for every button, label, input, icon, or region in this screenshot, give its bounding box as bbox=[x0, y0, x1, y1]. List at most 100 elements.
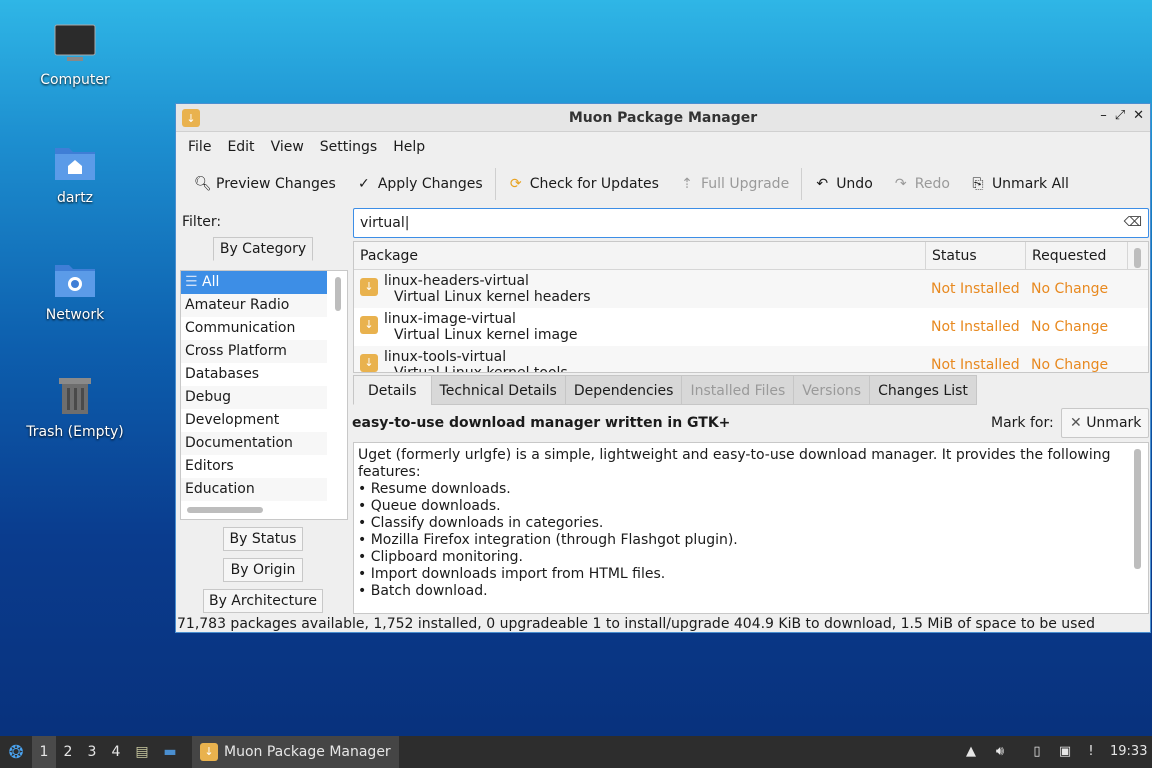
close-icon: ✕ bbox=[1070, 415, 1087, 431]
column-header-status[interactable]: Status bbox=[926, 242, 1026, 269]
category-item[interactable]: Communication bbox=[181, 317, 327, 340]
trash-icon bbox=[53, 374, 97, 418]
column-header-package[interactable]: Package bbox=[354, 242, 926, 269]
description-vscrollbar[interactable] bbox=[1134, 449, 1141, 569]
menu-file[interactable]: File bbox=[180, 139, 219, 155]
undo-icon: ↶ bbox=[816, 176, 829, 192]
menu-settings[interactable]: Settings bbox=[312, 139, 385, 155]
start-menu-icon[interactable]: ❂ bbox=[0, 742, 32, 763]
preview-changes-button[interactable]: 🔍︎ Preview Changes bbox=[184, 166, 346, 202]
tab-technical-details[interactable]: Technical Details bbox=[430, 375, 566, 405]
search-icon: 🔍︎ bbox=[194, 176, 212, 192]
desktop-icon-computer[interactable]: Computer bbox=[20, 22, 130, 88]
feature-item: • Classify downloads in categories. bbox=[358, 515, 604, 531]
updates-icon[interactable]: ▲ bbox=[962, 742, 980, 762]
column-header-requested[interactable]: Requested bbox=[1026, 242, 1128, 269]
unmark-all-icon: ⎘ bbox=[972, 176, 984, 192]
tab-by-origin[interactable]: By Origin bbox=[223, 558, 303, 582]
desktop-icon-network[interactable]: Network bbox=[20, 257, 130, 323]
feature-item: • Import downloads import from HTML file… bbox=[358, 566, 666, 582]
show-desktop-icon[interactable]: ▬ bbox=[156, 744, 184, 760]
feature-item: • Queue downloads. bbox=[358, 498, 501, 514]
category-item[interactable]: Debug bbox=[181, 386, 327, 409]
clock[interactable]: 19:33 bbox=[1110, 736, 1147, 768]
task-muon-package-manager[interactable]: ↓ Muon Package Manager bbox=[192, 736, 399, 768]
category-item[interactable]: Cross Platform bbox=[181, 340, 327, 363]
search-input[interactable]: virtual| ⌫ bbox=[353, 208, 1149, 238]
window-title: Muon Package Manager bbox=[568, 109, 758, 126]
package-icon: ↓ bbox=[182, 109, 200, 127]
menu-view[interactable]: View bbox=[263, 139, 312, 155]
package-icon: ↓ bbox=[360, 316, 378, 334]
undo-button[interactable]: ↶ Undo bbox=[804, 166, 883, 202]
titlebar[interactable]: ↓ Muon Package Manager – ⤢ ✕ bbox=[176, 104, 1150, 132]
upgrade-arrow-icon: ⇡ bbox=[681, 176, 693, 192]
desktop-icon-label: dartz bbox=[56, 190, 94, 206]
menu-edit[interactable]: Edit bbox=[219, 139, 262, 155]
network-folder-icon bbox=[53, 257, 97, 301]
table-row[interactable]: ↓ linux-image-virtual Virtual Linux kern… bbox=[354, 308, 1148, 346]
category-item[interactable]: Editors bbox=[181, 455, 327, 478]
workspace-4[interactable]: 4 bbox=[104, 736, 128, 768]
notification-icon[interactable]: ! bbox=[1082, 742, 1100, 762]
volume-icon[interactable]: 🔊︎ bbox=[991, 742, 1009, 762]
tab-versions[interactable]: Versions bbox=[793, 375, 871, 405]
package-vscrollbar[interactable] bbox=[1134, 248, 1141, 268]
toolbar-separator bbox=[494, 168, 496, 200]
details-tabbar: Details Technical Details Dependencies I… bbox=[353, 375, 977, 405]
redo-button[interactable]: ↷ Redo bbox=[883, 166, 960, 202]
clear-search-icon[interactable]: ⌫ bbox=[1124, 209, 1142, 237]
category-item[interactable]: Databases bbox=[181, 363, 327, 386]
workspace-1[interactable]: 1 bbox=[32, 736, 56, 768]
status-bar: 71,783 packages available, 1,752 install… bbox=[177, 616, 1095, 632]
tab-installed-files[interactable]: Installed Files bbox=[681, 375, 795, 405]
package-table: Package Status Requested ↓ linux-headers… bbox=[353, 241, 1149, 373]
apply-changes-button[interactable]: ✓ Apply Changes bbox=[346, 166, 493, 202]
category-item[interactable]: Amateur Radio bbox=[181, 294, 327, 317]
tab-by-architecture[interactable]: By Architecture bbox=[203, 589, 323, 613]
desktop-icon-trash[interactable]: Trash (Empty) bbox=[20, 374, 130, 440]
clipboard-icon[interactable]: ▯ bbox=[1028, 742, 1046, 762]
desktop-icon-dartz[interactable]: dartz bbox=[20, 140, 130, 206]
package-icon: ↓ bbox=[360, 278, 378, 296]
category-item[interactable]: Education bbox=[181, 478, 327, 501]
package-description: Uget (formerly urlgfe) is a simple, ligh… bbox=[353, 442, 1149, 614]
redo-icon: ↷ bbox=[894, 176, 907, 192]
refresh-icon: ⟳ bbox=[509, 176, 522, 192]
unmark-all-button[interactable]: ⎘ Unmark All bbox=[960, 166, 1079, 202]
category-hscrollbar[interactable] bbox=[187, 507, 263, 513]
tab-by-category[interactable]: By Category bbox=[213, 237, 313, 261]
file-manager-icon[interactable]: ▤ bbox=[128, 744, 156, 760]
checkmark-icon: ✓ bbox=[357, 176, 370, 192]
close-icon[interactable]: ✕ bbox=[1133, 108, 1144, 123]
minimize-icon[interactable]: – bbox=[1100, 108, 1107, 123]
muon-window: ↓ Muon Package Manager – ⤢ ✕ File Edit V… bbox=[175, 103, 1151, 633]
filter-label: Filter: bbox=[182, 214, 222, 230]
workspace-2[interactable]: 2 bbox=[56, 736, 80, 768]
unmark-button[interactable]: ✕ Unmark bbox=[1061, 408, 1149, 438]
check-for-updates-button[interactable]: ⟳ Check for Updates bbox=[498, 166, 669, 202]
category-item[interactable]: Development bbox=[181, 409, 327, 432]
category-vscrollbar[interactable] bbox=[335, 277, 341, 311]
text-cursor: | bbox=[404, 215, 410, 231]
category-item[interactable]: ☰ All bbox=[181, 271, 327, 294]
tab-changes-list[interactable]: Changes List bbox=[869, 375, 977, 405]
network-icon[interactable]: ▣ bbox=[1056, 742, 1074, 762]
table-row[interactable]: ↓ linux-headers-virtual Virtual Linux ke… bbox=[354, 270, 1148, 308]
desktop-icon-label: Computer bbox=[40, 72, 110, 88]
full-upgrade-button[interactable]: ⇡ Full Upgrade bbox=[669, 166, 799, 202]
toolbar-separator bbox=[801, 168, 803, 200]
menu-help[interactable]: Help bbox=[385, 139, 433, 155]
description-intro: Uget (formerly urlgfe) is a simple, ligh… bbox=[358, 447, 1111, 480]
category-list: ☰ All Amateur Radio Communication Cross … bbox=[180, 270, 348, 520]
desktop-icon-label: Network bbox=[45, 307, 105, 323]
feature-item: • Batch download. bbox=[358, 583, 488, 599]
tab-by-status[interactable]: By Status bbox=[223, 527, 303, 551]
tab-details[interactable]: Details bbox=[353, 375, 432, 405]
taskbar: ❂ 1 2 3 4 ▤ ▬ ↓ Muon Package Manager ▲ 🔊… bbox=[0, 736, 1152, 768]
table-row[interactable]: ↓ linux-tools-virtual Virtual Linux kern… bbox=[354, 346, 1148, 372]
maximize-icon[interactable]: ⤢ bbox=[1115, 108, 1125, 123]
tab-dependencies[interactable]: Dependencies bbox=[564, 375, 683, 405]
category-item[interactable]: Documentation bbox=[181, 432, 327, 455]
workspace-3[interactable]: 3 bbox=[80, 736, 104, 768]
